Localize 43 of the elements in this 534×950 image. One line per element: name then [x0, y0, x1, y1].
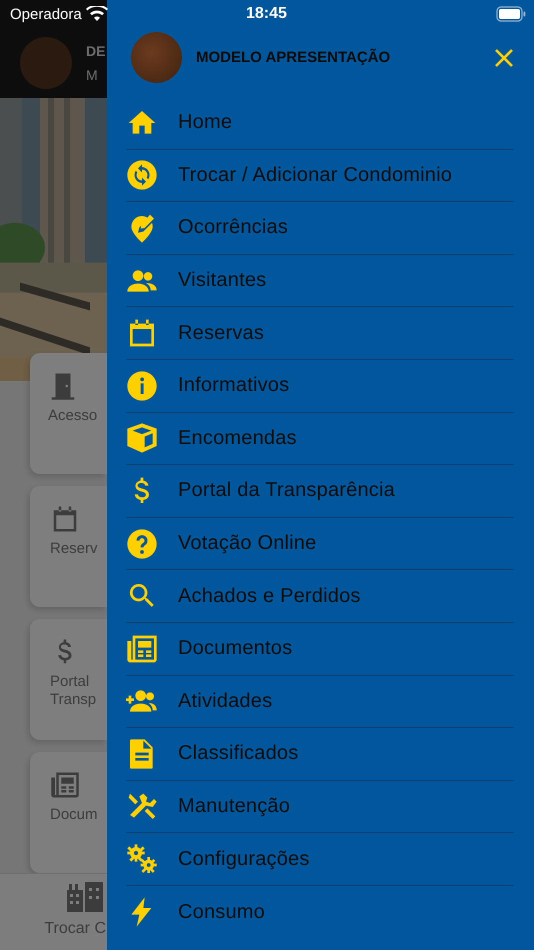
drawer-title: MODELO APRESENTAÇÃO: [196, 49, 392, 66]
header-title: DE: [86, 42, 106, 59]
menu-item[interactable]: Documentos: [126, 622, 514, 676]
menu-item[interactable]: Encomendas: [126, 412, 514, 466]
menu-item[interactable]: Visitantes: [126, 254, 514, 308]
menu-item[interactable]: Trocar / Adicionar Condominio: [126, 150, 514, 202]
info-icon: [126, 370, 158, 402]
tab-label[interactable]: Trocar C: [44, 920, 106, 938]
menu-item[interactable]: Informativos: [126, 360, 514, 413]
carrier-name: Operadora: [10, 6, 82, 22]
menu-card[interactable]: Acesso: [30, 353, 107, 474]
settings-icon: [126, 843, 158, 876]
card-label: Docum: [50, 806, 98, 824]
header-subtitle: M: [86, 66, 99, 83]
card-label: Transp: [50, 691, 96, 710]
menu-item[interactable]: Votação Online: [126, 518, 514, 570]
close-icon: [494, 48, 514, 68]
menu-item[interactable]: Manutenção: [126, 780, 514, 834]
box-icon: [126, 422, 158, 454]
card-label: Acesso: [48, 407, 98, 426]
card-label: Portal: [50, 673, 90, 692]
menu-item[interactable]: Configurações: [126, 833, 514, 886]
newspaper-icon: [50, 770, 80, 800]
menu-item[interactable]: Portal da Transparência: [126, 465, 514, 518]
menu-item[interactable]: Home: [126, 97, 514, 150]
battery-icon: [496, 6, 526, 22]
newspaper-icon: [126, 632, 158, 665]
wifi-icon: [86, 6, 108, 22]
close-button[interactable]: [494, 48, 514, 68]
menu-card[interactable]: Docum: [30, 752, 107, 874]
sync-icon: [126, 159, 158, 192]
menu-item[interactable]: Atividades: [126, 676, 514, 728]
status-time: 18:45: [246, 5, 287, 23]
menu-card[interactable]: Reserv: [30, 486, 107, 608]
question-icon: [126, 528, 158, 560]
card-label: Reserv: [50, 540, 98, 558]
menu-item[interactable]: Ocorrências: [126, 202, 514, 255]
menu-item[interactable]: Achados e Perdidos: [126, 570, 514, 623]
menu-item[interactable]: Reservas: [126, 307, 514, 360]
menu-card[interactable]: Portal Transp: [30, 619, 107, 740]
menu-item[interactable]: Consumo: [126, 886, 514, 938]
menu-item[interactable]: Classificados: [126, 728, 514, 781]
avatar: [131, 32, 182, 83]
